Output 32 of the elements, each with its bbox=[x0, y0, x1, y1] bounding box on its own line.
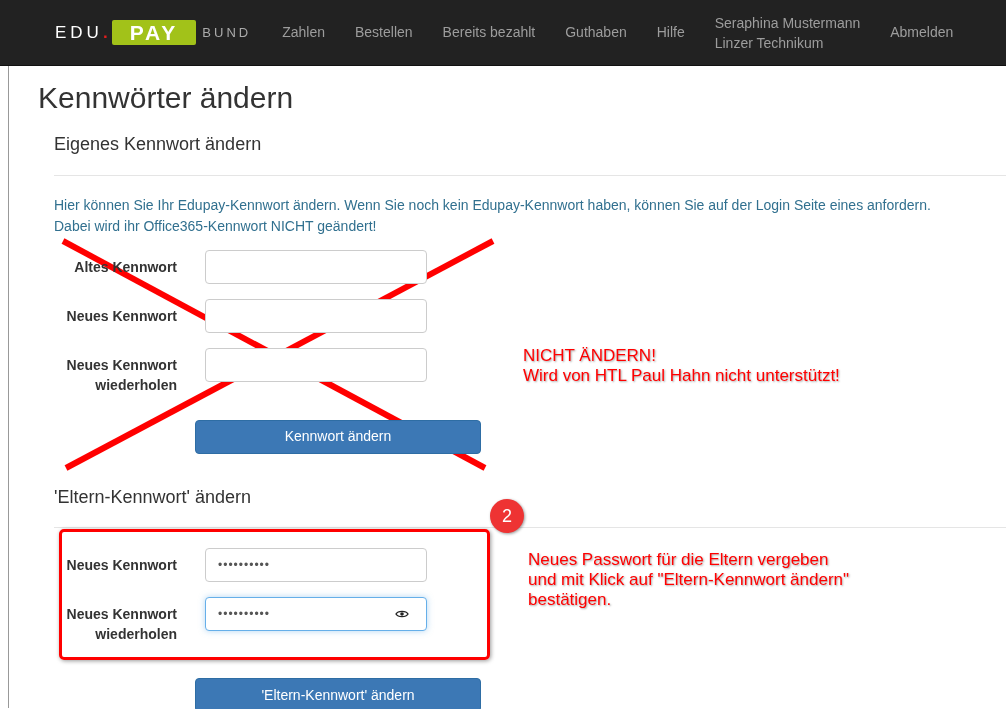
info-text: Hier können Sie Ihr Edupay-Kennwort ändern. Wenn Sie noch kein Edupay-Kennwort haben, können Sie auf der Login Seite eines anfordern. Dabei wird ihr Office365-Kennwort NICHT geändert! bbox=[54, 195, 932, 236]
logout-link[interactable]: Abmelden bbox=[875, 22, 969, 43]
section-heading: Eigenes Kennwort ändern bbox=[54, 134, 263, 156]
password-field[interactable] bbox=[205, 347, 427, 382]
password-field[interactable] bbox=[205, 249, 427, 284]
nav-link[interactable]: Bereits bezahlt bbox=[427, 22, 551, 43]
user-name: Seraphina Mustermann bbox=[714, 13, 861, 33]
step-number: 2 bbox=[490, 499, 524, 533]
logo-text: EDU bbox=[55, 21, 103, 44]
field-label: Neues Kennwort wiederholen bbox=[65, 355, 177, 395]
nav-link[interactable]: Zahlen bbox=[267, 22, 340, 43]
password-field[interactable]: •••••••••• bbox=[205, 548, 427, 583]
nav-link[interactable]: Guthaben bbox=[550, 22, 642, 43]
logo-badge: PAY bbox=[111, 20, 197, 45]
page-title: Kennwörter ändern bbox=[38, 80, 295, 116]
logo-dot: . bbox=[102, 21, 108, 44]
submit-button[interactable]: 'Eltern-Kennwort' ändern bbox=[195, 678, 481, 709]
school-name: Linzer Technikum bbox=[714, 33, 825, 53]
section-heading: 'Eltern-Kennwort' ändern bbox=[54, 486, 252, 509]
eye-icon[interactable] bbox=[395, 609, 409, 620]
logo-text: BUND bbox=[202, 23, 252, 42]
password-field[interactable]: •••••••••• bbox=[205, 597, 427, 632]
nav-link[interactable]: Hilfe bbox=[641, 22, 700, 43]
field-label: Neues Kennwort bbox=[66, 306, 177, 326]
password-field[interactable] bbox=[205, 298, 427, 333]
annotation-text: NICHT ÄNDERN! Wird von HTL Paul Hahn nicht unterstützt! bbox=[523, 346, 840, 386]
field-label: Altes Kennwort bbox=[74, 257, 177, 277]
field-label: Neues Kennwort wiederholen bbox=[65, 605, 177, 645]
nav-link[interactable]: Bestellen bbox=[340, 22, 428, 43]
annotation-text: Neues Passwort für die Eltern vergeben und mit Klick auf "Eltern-Kennwort ändern" bestätigen. bbox=[528, 550, 850, 610]
field-label: Neues Kennwort bbox=[66, 556, 177, 576]
submit-button[interactable]: Kennwort ändern bbox=[195, 419, 481, 454]
